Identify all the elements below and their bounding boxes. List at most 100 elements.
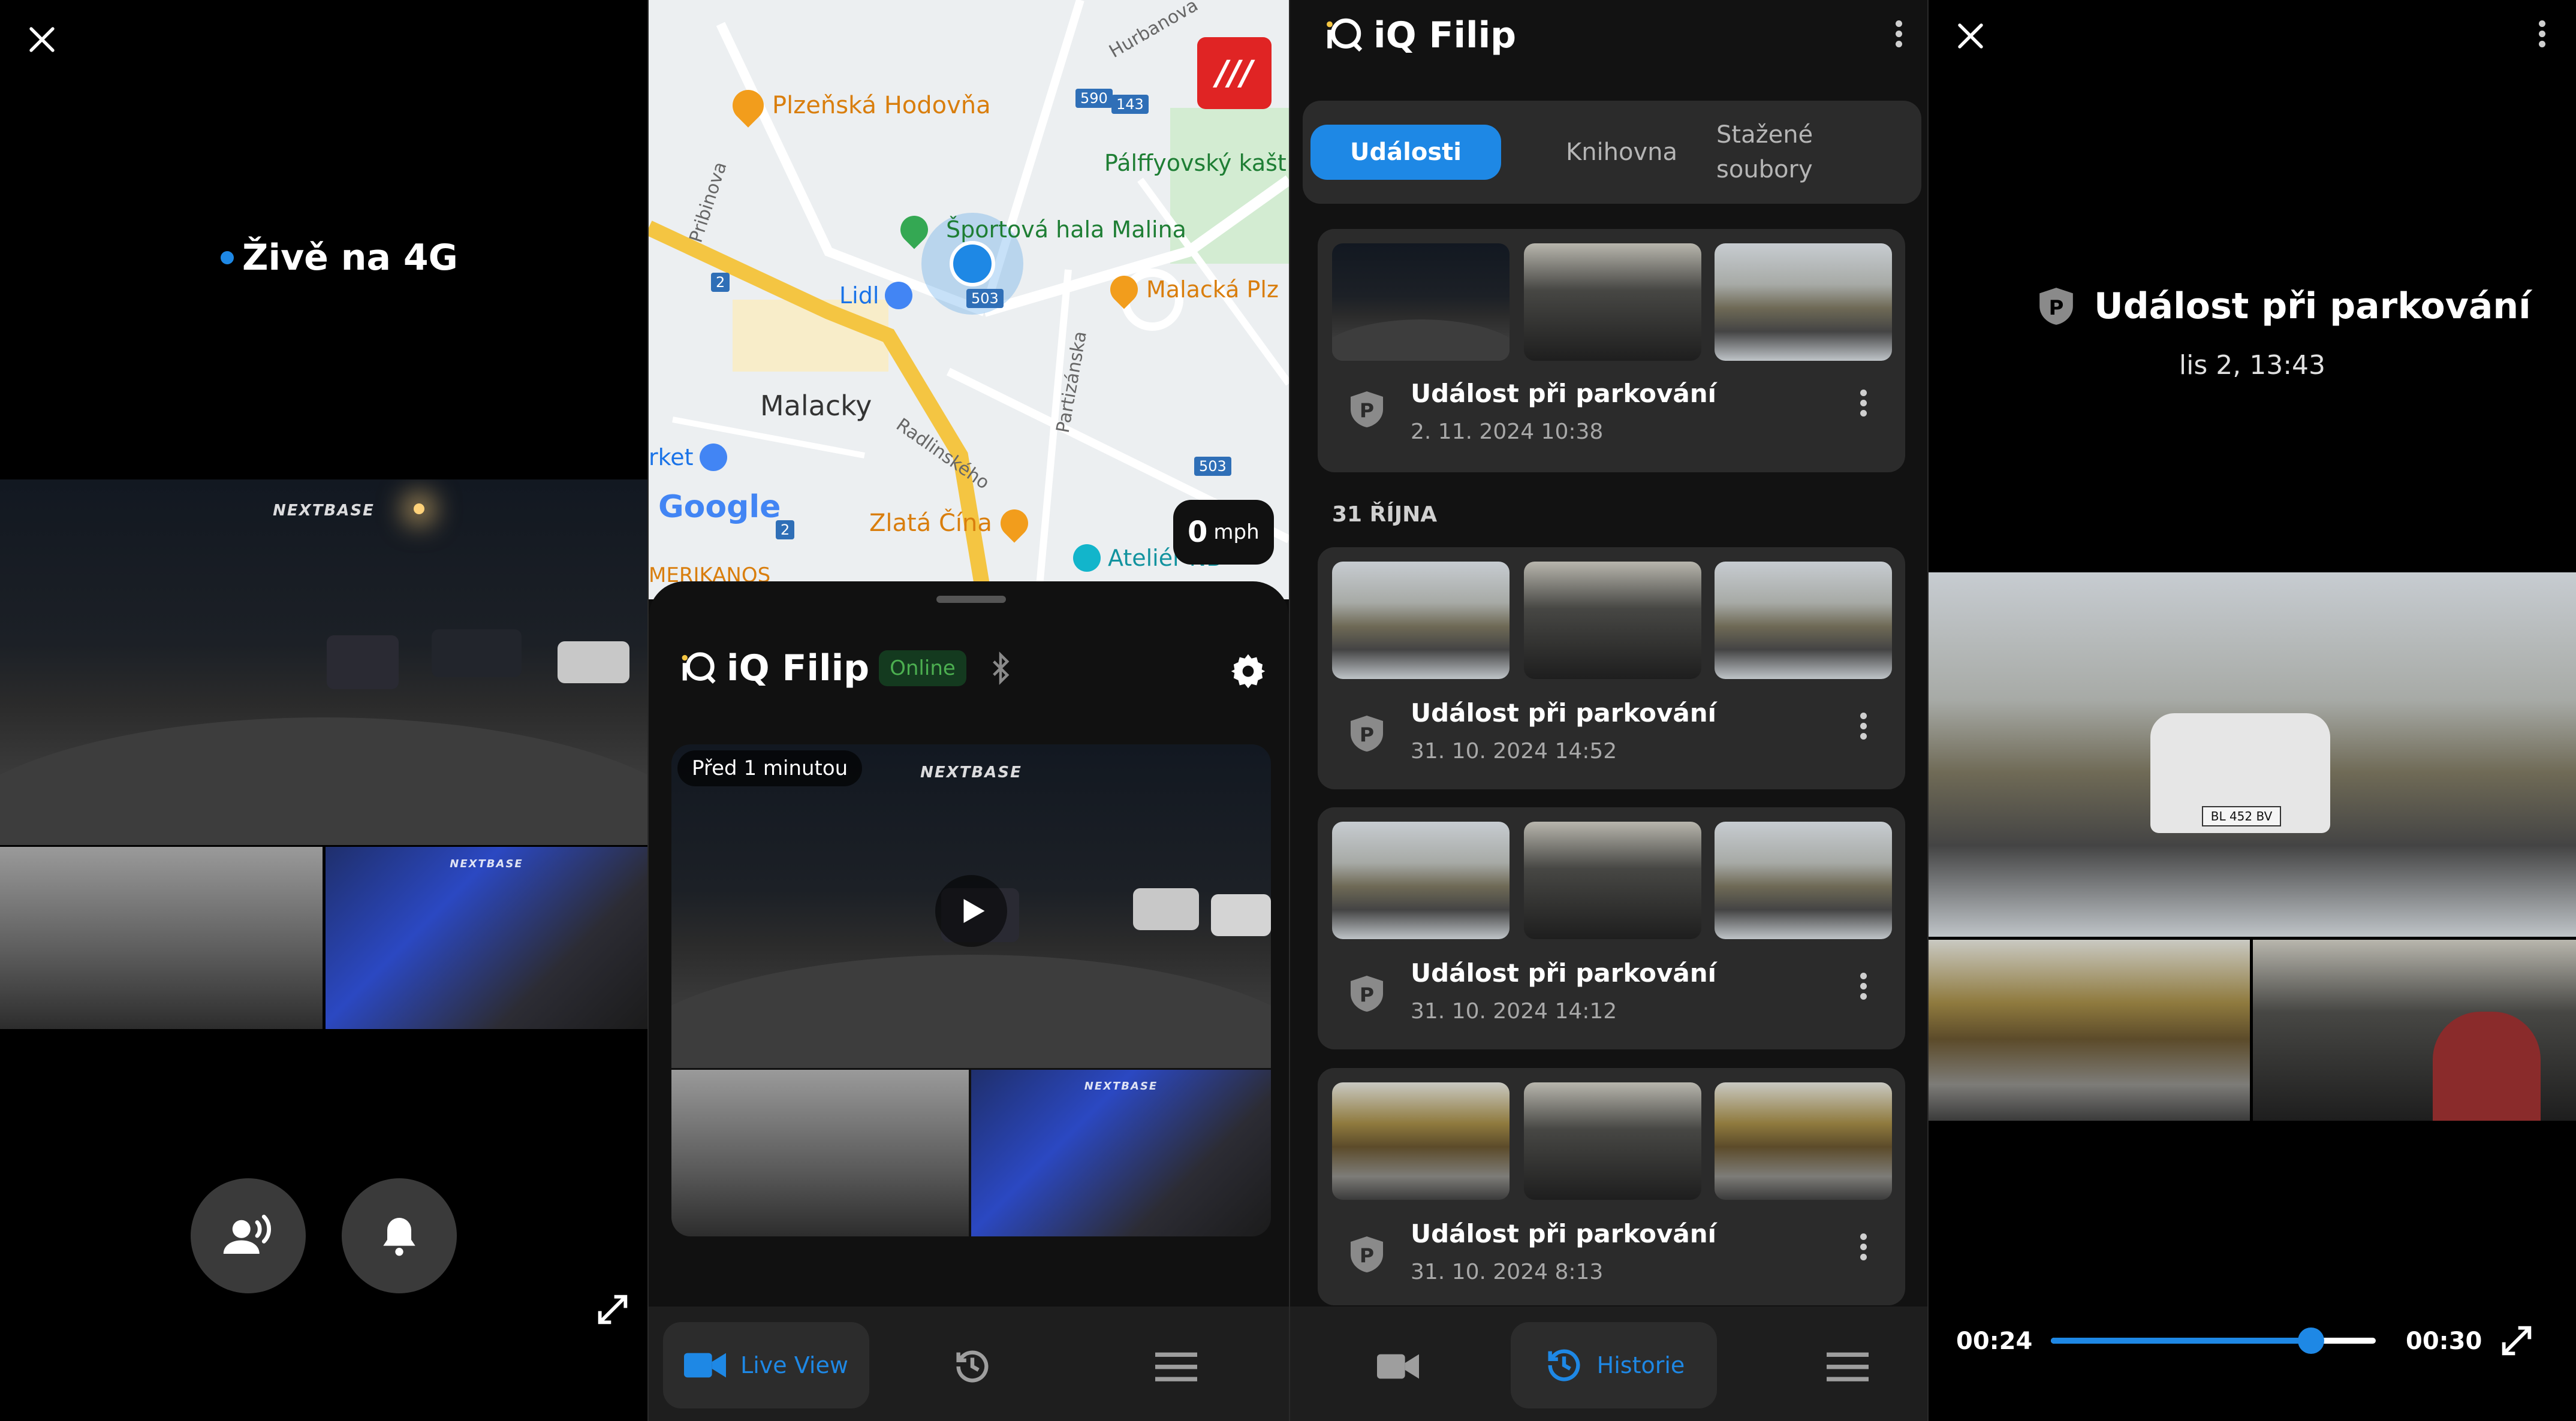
events-more-button[interactable] bbox=[1890, 17, 1908, 51]
pin-icon bbox=[894, 210, 934, 249]
event-more-button[interactable] bbox=[1858, 1230, 1868, 1264]
svg-text:P: P bbox=[1360, 983, 1374, 1007]
fork-icon bbox=[726, 83, 770, 128]
app-logo-button[interactable]: /// bbox=[1197, 37, 1272, 109]
fullscreen-button[interactable] bbox=[2494, 1319, 2539, 1363]
live-panel: Živě na 4G NEXTBASE NEXTBASE bbox=[0, 0, 647, 1421]
parked-car bbox=[558, 641, 629, 683]
event-title: Událost při parkování bbox=[1411, 698, 1717, 728]
cart-icon bbox=[885, 282, 913, 309]
poi-palffy[interactable]: Pálffyovský kašt bbox=[1104, 150, 1287, 176]
event-thumb-rear bbox=[1715, 562, 1892, 679]
event-date: 2. 11. 2024 10:38 bbox=[1411, 420, 1604, 444]
event-date: lis 2, 13:43 bbox=[2179, 350, 2326, 381]
poi-market[interactable]: rket bbox=[649, 444, 727, 471]
video-camera-icon bbox=[684, 1353, 727, 1378]
device-header: iQ Filip Online bbox=[677, 647, 1017, 689]
fork-icon bbox=[995, 503, 1034, 543]
sheet-handle[interactable] bbox=[936, 596, 1006, 603]
expand-icon bbox=[2502, 1326, 2532, 1356]
device-video-rear[interactable]: NEXTBASE bbox=[971, 1070, 1271, 1236]
event-thumb-cabin bbox=[1524, 562, 1701, 679]
close-button[interactable] bbox=[18, 16, 66, 64]
road-sign: 503 bbox=[1194, 457, 1231, 476]
expand-icon bbox=[598, 1295, 628, 1325]
nav-menu[interactable] bbox=[1818, 1336, 1878, 1396]
event-card[interactable]: P Událost při parkování 31. 10. 2024 14:… bbox=[1318, 807, 1905, 1049]
two-way-audio-button[interactable] bbox=[191, 1178, 306, 1293]
nav-label: Live View bbox=[740, 1352, 848, 1378]
iq-logo-icon bbox=[682, 652, 716, 684]
tab-downloads[interactable]: Stažené soubory bbox=[1716, 114, 1866, 191]
event-card[interactable]: P Událost při parkování 2. 11. 2024 10:3… bbox=[1318, 229, 1905, 472]
event-more-button[interactable] bbox=[1858, 386, 1868, 420]
live-video-front[interactable]: NEXTBASE bbox=[0, 479, 647, 845]
event-more-button[interactable] bbox=[1858, 969, 1868, 1003]
player-more-button[interactable] bbox=[2533, 17, 2551, 51]
events-header: iQ Filip bbox=[1322, 13, 1516, 58]
nav-live-view[interactable]: Live View bbox=[663, 1322, 869, 1408]
event-card[interactable]: P Událost při parkování 31. 10. 2024 14:… bbox=[1318, 547, 1905, 789]
events-tabs: Události Knihovna Stažené soubory bbox=[1303, 101, 1921, 204]
event-card[interactable]: P Událost při parkování 31. 10. 2024 8:1… bbox=[1318, 1068, 1905, 1305]
bottom-nav: Live View bbox=[649, 1307, 1289, 1421]
event-title: Událost při parkování bbox=[1411, 379, 1717, 408]
poi-sport-hall[interactable]: Športová hala Malina bbox=[894, 210, 1186, 249]
nav-history[interactable]: Historie bbox=[1511, 1322, 1717, 1408]
event-more-button[interactable] bbox=[1858, 709, 1868, 743]
svg-text:P: P bbox=[1360, 723, 1374, 747]
road-sign: 503 bbox=[966, 289, 1004, 308]
close-button[interactable] bbox=[1947, 12, 1994, 60]
settings-button[interactable] bbox=[1224, 647, 1272, 695]
speed-unit: mph bbox=[1213, 520, 1260, 544]
poi-restaurant-1[interactable]: Plzeňská Hodovňa bbox=[726, 83, 991, 128]
device-video-cabin[interactable] bbox=[671, 1070, 969, 1236]
event-title: Událost při parkování bbox=[1411, 958, 1717, 988]
poi-label: Zlatá Čína bbox=[869, 509, 992, 537]
player-video-rear[interactable] bbox=[1929, 940, 2250, 1121]
alarm-button[interactable] bbox=[342, 1178, 457, 1293]
poi-label: Športová hala Malina bbox=[946, 216, 1186, 243]
poi-zlata-cina[interactable]: Zlatá Čína bbox=[869, 503, 1034, 543]
map-view[interactable]: Plzeňská Hodovňa Športová hala Malina Li… bbox=[649, 0, 1289, 599]
event-date: 31. 10. 2024 8:13 bbox=[1411, 1260, 1604, 1284]
play-button[interactable] bbox=[935, 875, 1007, 947]
player-video-cabin[interactable] bbox=[2253, 940, 2576, 1121]
device-sheet: iQ Filip Online NEXTBASE Před 1 minutou … bbox=[649, 581, 1289, 1307]
poi-lidl[interactable]: Lidl bbox=[839, 282, 913, 309]
history-icon bbox=[1548, 1349, 1580, 1381]
seek-handle[interactable] bbox=[2297, 1328, 2324, 1354]
poi-restaurant-2[interactable]: Malacká Plz bbox=[1104, 270, 1279, 309]
event-thumb-front bbox=[1332, 1082, 1510, 1200]
player-video-front[interactable]: BL 452 BV bbox=[1929, 572, 2576, 937]
events-bottom-nav: Historie bbox=[1290, 1307, 1927, 1421]
event-thumb-cabin bbox=[1524, 243, 1701, 361]
panel-divider bbox=[647, 0, 649, 1421]
road-sign: 590 bbox=[1075, 89, 1113, 108]
cart-icon bbox=[699, 444, 727, 471]
gear-icon bbox=[1231, 654, 1266, 689]
panel-divider bbox=[1927, 0, 1929, 1421]
seek-bar[interactable] bbox=[2051, 1328, 2376, 1354]
live-video-cabin[interactable] bbox=[0, 847, 323, 1029]
live-dot bbox=[221, 251, 234, 264]
total-time: 00:30 bbox=[2406, 1328, 2482, 1355]
nextbase-watermark: NEXTBASE bbox=[920, 764, 1022, 782]
live-video-rear[interactable]: NEXTBASE bbox=[326, 847, 647, 1029]
bluetooth-icon bbox=[992, 651, 1010, 685]
street-lamp bbox=[414, 503, 424, 514]
road-sign: 143 bbox=[1111, 95, 1149, 114]
parking-shield-icon: P bbox=[1351, 391, 1383, 427]
nav-menu[interactable] bbox=[1146, 1336, 1206, 1396]
panel-divider bbox=[1289, 0, 1290, 1421]
passenger bbox=[2433, 1012, 2541, 1121]
tab-library[interactable]: Knihovna bbox=[1532, 125, 1712, 180]
nav-history[interactable] bbox=[942, 1336, 1002, 1396]
iq-logo-icon bbox=[1327, 18, 1363, 52]
nextbase-watermark: NEXTBASE bbox=[450, 858, 523, 871]
tab-events[interactable]: Události bbox=[1310, 125, 1501, 180]
tab-label: Události bbox=[1350, 138, 1462, 166]
nav-live-view[interactable] bbox=[1368, 1336, 1428, 1396]
parked-car bbox=[1211, 894, 1271, 936]
fullscreen-button[interactable] bbox=[590, 1287, 635, 1332]
